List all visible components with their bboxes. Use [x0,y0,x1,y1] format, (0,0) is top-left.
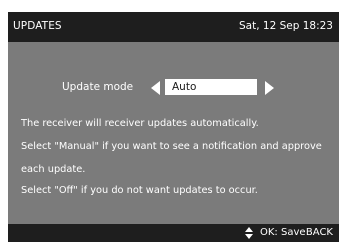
header-bar: UPDATES Sat, 12 Sep 18:23 [8,12,339,42]
update-mode-label: Update mode [62,81,134,93]
date-time: Sat, 12 Sep 18:23 [239,20,333,32]
arrow-left-icon[interactable] [151,81,160,95]
arrow-right-icon[interactable] [265,81,274,95]
ok-save-hint[interactable]: OK: Save [260,227,306,238]
back-hint[interactable]: BACK [306,227,333,238]
description-line: each update. [21,164,86,175]
footer-bar: OK: Save BACK [8,224,339,242]
description-line: Select "Manual" if you want to see a not… [21,141,322,152]
up-down-arrows-icon [245,227,253,239]
description-line: Select "Off" if you do not want updates … [21,185,258,196]
settings-panel: Update mode Auto The receiver will recei… [8,42,339,224]
description-line: The receiver will receiver updates autom… [21,118,259,129]
page-title: UPDATES [13,20,62,32]
update-mode-selector[interactable]: Auto [165,79,257,95]
tv-screen: UPDATES Sat, 12 Sep 18:23 Update mode Au… [0,0,347,250]
